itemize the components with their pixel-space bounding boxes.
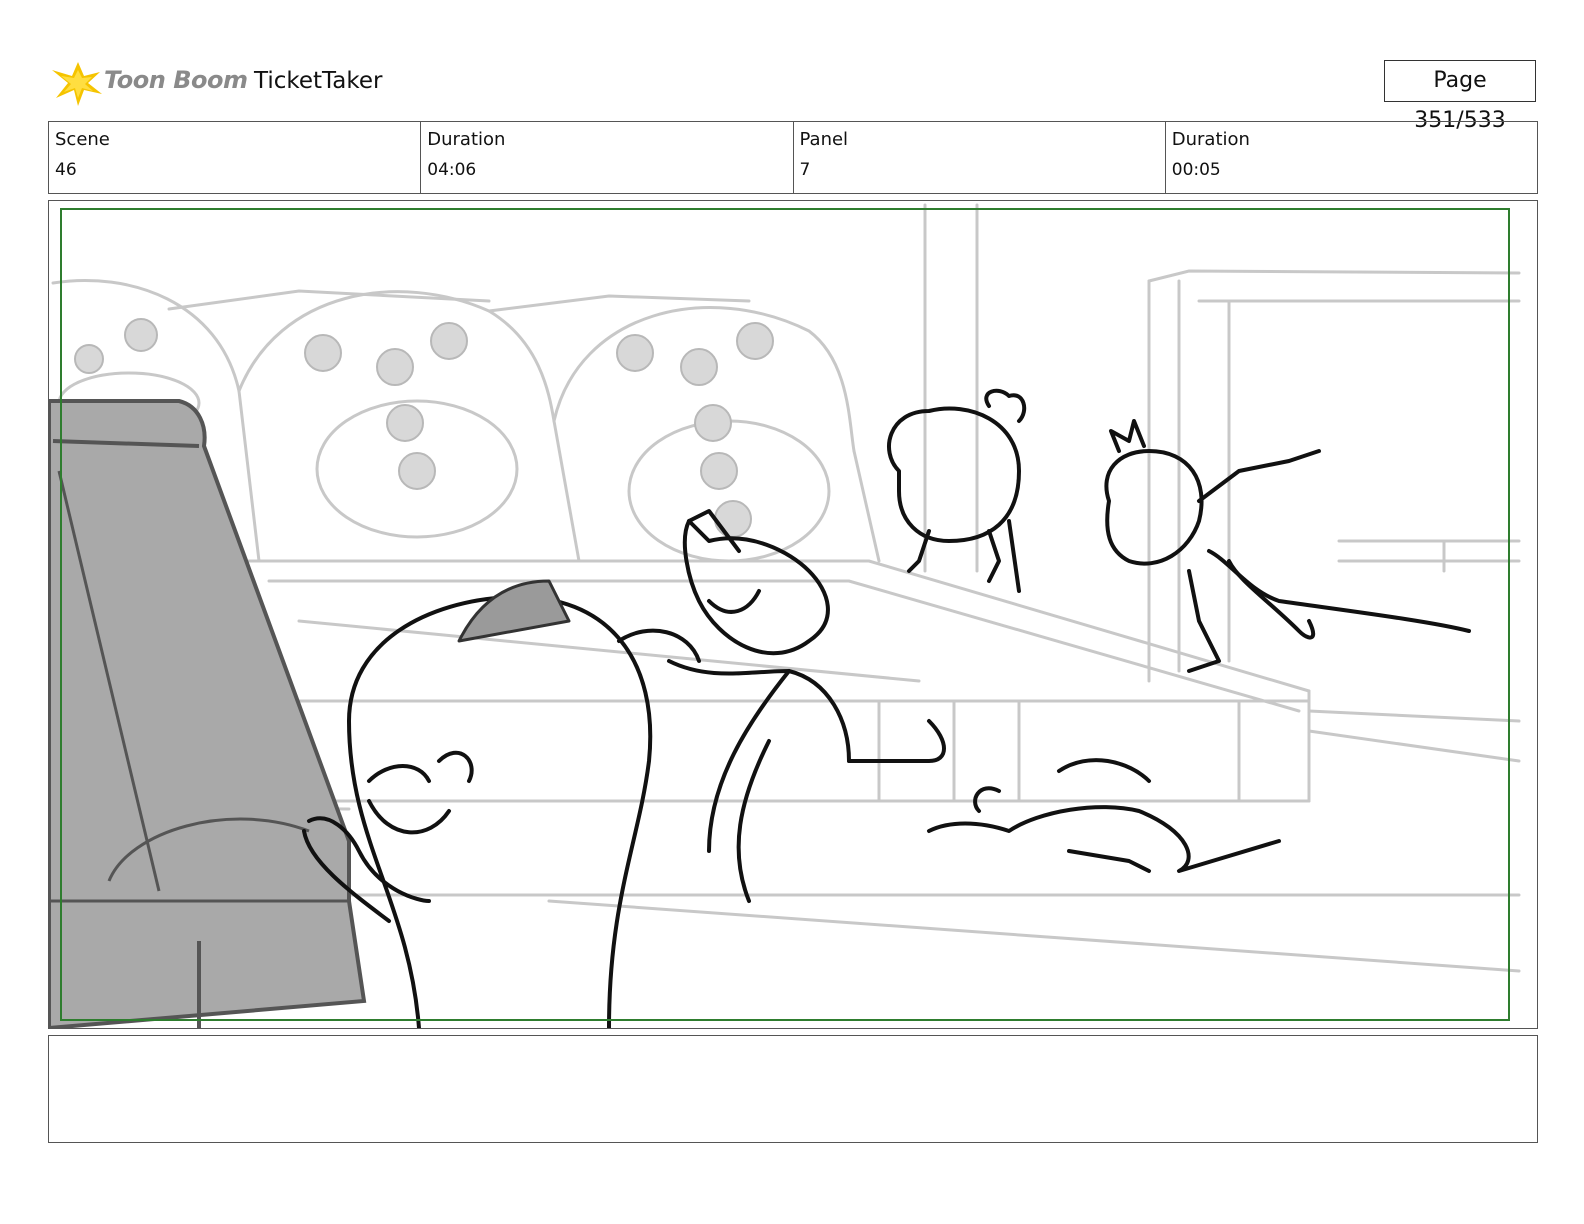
- scene-label: Scene: [55, 129, 110, 150]
- panel-notes: [48, 1035, 1538, 1143]
- toon-boom-logo: Toon Boom: [48, 56, 248, 108]
- scene-duration-label: Duration: [427, 129, 506, 150]
- storyboard-panel: [48, 200, 1538, 1029]
- panel-value: 7: [799, 160, 811, 180]
- scene-duration-cell: Duration 04:06: [420, 122, 792, 193]
- panel-cell: Panel 7: [792, 122, 1165, 193]
- panel-duration-cell: Duration 00:05: [1164, 122, 1537, 193]
- notes-text: [49, 1036, 1537, 1052]
- starburst-icon: [52, 62, 102, 106]
- panel-info-table: Scene 46 Duration 04:06 Panel 7 Duration…: [48, 121, 1538, 194]
- panel-duration-label: Duration: [1171, 129, 1250, 150]
- project-title: TicketTaker: [254, 68, 383, 94]
- panel-label: Panel: [799, 129, 849, 150]
- logo-text: Toon Boom: [104, 66, 248, 94]
- scene-value: 46: [55, 160, 77, 180]
- page-number: Page 351/533: [1384, 60, 1536, 133]
- scene-duration-value: 04:06: [427, 160, 477, 180]
- panel-duration-value: 00:05: [1171, 160, 1221, 180]
- page-header: Toon Boom TicketTaker Page 351/533: [48, 56, 1536, 133]
- storyboard-sketch: [49, 203, 1521, 1028]
- scene-cell: Scene 46: [49, 122, 420, 193]
